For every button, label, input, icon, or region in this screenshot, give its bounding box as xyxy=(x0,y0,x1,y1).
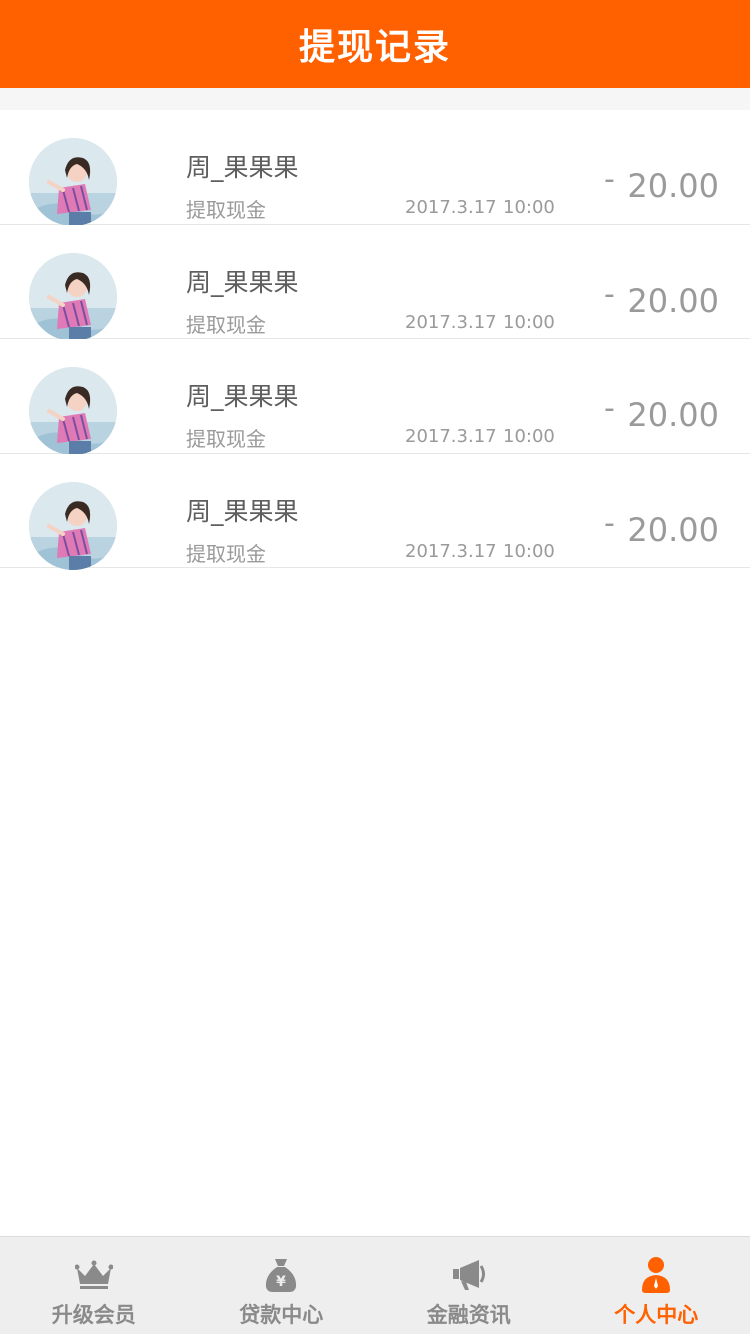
record-time: 10:00 xyxy=(503,426,555,447)
record-type: 提取现金 xyxy=(186,427,266,451)
avatar-image xyxy=(29,138,117,226)
record-type: 提取现金 xyxy=(186,541,266,566)
amount-sign: - xyxy=(604,162,615,197)
page-title: 提现记录 xyxy=(298,27,451,68)
avatar xyxy=(29,252,117,341)
record-name: 周_果果果 xyxy=(186,153,299,182)
amount-sign: - xyxy=(604,276,615,312)
tab-label: 个人中心 xyxy=(614,1303,699,1327)
avatar xyxy=(29,138,117,226)
avatar-image xyxy=(29,481,117,570)
avatar xyxy=(29,367,117,455)
svg-text:¥: ¥ xyxy=(276,1274,286,1290)
withdrawal-record-list: 周_果果果 提取现金 2017.3.17 10:00 - 20.00 周_果果果… xyxy=(0,110,750,570)
record-type: 提取现金 xyxy=(186,198,266,222)
avatar-image xyxy=(29,367,117,455)
tab-label: 升级会员 xyxy=(51,1303,136,1327)
record-time: 10:00 xyxy=(503,540,555,562)
bottom-tab-bar: 升级会员 ¥ 贷款中心 金融资讯 个人中心 xyxy=(0,1236,750,1334)
header-spacer xyxy=(0,88,750,110)
crown-icon xyxy=(74,1255,114,1295)
amount-sign: - xyxy=(604,505,615,541)
record-name: 周_果果果 xyxy=(186,267,299,297)
record-amount: 20.00 xyxy=(627,281,719,320)
record-amount: 20.00 xyxy=(627,396,719,434)
tab-label: 金融资讯 xyxy=(426,1303,511,1327)
record-name: 周_果果果 xyxy=(186,496,299,526)
top-header: 提现记录 xyxy=(0,0,750,88)
money-bag-icon: ¥ xyxy=(261,1255,301,1295)
record-date: 2017.3.17 xyxy=(405,311,497,333)
record-date: 2017.3.17 xyxy=(405,197,497,218)
record-row[interactable]: 周_果果果 提取现金 2017.3.17 10:00 - 20.00 xyxy=(0,339,750,455)
record-amount: 20.00 xyxy=(627,510,719,549)
megaphone-icon xyxy=(449,1255,489,1295)
tab-label: 贷款中心 xyxy=(239,1303,324,1327)
record-type: 提取现金 xyxy=(186,312,266,337)
tab-finance-news[interactable]: 金融资讯 xyxy=(375,1237,563,1334)
record-row[interactable]: 周_果果果 提取现金 2017.3.17 10:00 - 20.00 xyxy=(0,224,750,341)
record-name: 周_果果果 xyxy=(186,382,299,411)
record-amount: 20.00 xyxy=(627,167,719,205)
record-row[interactable]: 周_果果果 提取现金 2017.3.17 10:00 - 20.00 xyxy=(0,110,750,226)
record-row[interactable]: 周_果果果 提取现金 2017.3.17 10:00 - 20.00 xyxy=(0,453,750,570)
avatar xyxy=(29,481,117,570)
tab-loan-center[interactable]: ¥ 贷款中心 xyxy=(188,1237,376,1334)
amount-sign: - xyxy=(604,391,615,426)
record-date: 2017.3.17 xyxy=(405,540,497,562)
avatar-image xyxy=(29,252,117,341)
record-time: 10:00 xyxy=(503,197,555,218)
person-icon xyxy=(636,1255,676,1295)
record-date: 2017.3.17 xyxy=(405,426,497,447)
tab-upgrade-member[interactable]: 升级会员 xyxy=(0,1237,188,1334)
tab-personal-center[interactable]: 个人中心 xyxy=(563,1237,750,1334)
record-time: 10:00 xyxy=(503,311,555,333)
